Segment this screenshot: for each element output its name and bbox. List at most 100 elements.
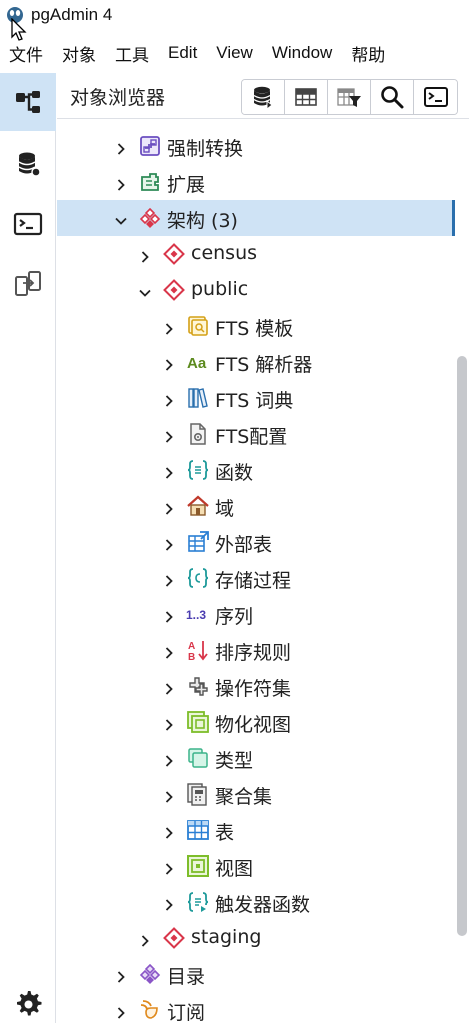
tree-node[interactable]: 1..3 序列: [57, 596, 455, 632]
tree-node-label: 存储过程: [215, 570, 292, 592]
menu-edit[interactable]: Edit: [168, 43, 197, 63]
object-tree: 强制转换 扩展 架构 (3) census public FTS 模板 Aa FTS 解析器 F…: [57, 120, 455, 1023]
table-icon: [186, 818, 210, 842]
settings-gear-icon: [17, 991, 42, 1016]
database-activity-button[interactable]: [0, 135, 56, 193]
menu-window[interactable]: Window: [272, 43, 332, 63]
psql-tool-button[interactable]: [0, 195, 56, 253]
query-tool-button[interactable]: [242, 80, 285, 114]
materialized-view-icon: [186, 710, 210, 734]
chevron-right-icon[interactable]: [162, 391, 176, 407]
tree-node-label: FTS 词典: [215, 390, 294, 412]
schema-diff-button[interactable]: [0, 255, 56, 313]
schema-icon: [162, 278, 186, 302]
tree-node-label: FTS 模板: [215, 318, 294, 340]
chevron-right-icon[interactable]: [162, 787, 176, 803]
menu-help[interactable]: 帮助: [351, 41, 385, 66]
object-explorer-header: 对象浏览器: [57, 73, 469, 119]
chevron-right-icon[interactable]: [162, 751, 176, 767]
collation-icon: AB: [186, 638, 210, 663]
tree-node[interactable]: 物化视图: [57, 704, 455, 740]
tree-node[interactable]: 表: [57, 812, 455, 848]
tree-node[interactable]: 聚合集: [57, 776, 455, 812]
tree-node[interactable]: A B 排序规则: [57, 632, 455, 668]
chevron-down-icon[interactable]: [138, 283, 152, 297]
tree-node[interactable]: public: [57, 272, 455, 308]
chevron-right-icon[interactable]: [162, 499, 176, 515]
menu-tools[interactable]: 工具: [115, 41, 149, 66]
tree-node-label: 排序规则: [215, 642, 292, 664]
tree-node[interactable]: 触发器函数: [57, 884, 455, 920]
chevron-right-icon[interactable]: [162, 895, 176, 911]
chevron-right-icon[interactable]: [162, 607, 176, 623]
tree-node-label: 表: [215, 822, 235, 844]
tree-node[interactable]: FTS 词典: [57, 380, 455, 416]
chevron-right-icon[interactable]: [114, 139, 128, 155]
search-objects-button[interactable]: [371, 80, 414, 114]
tree-node-label: 操作符集: [215, 678, 292, 700]
chevron-right-icon[interactable]: [162, 571, 176, 587]
tree-node[interactable]: 视图: [57, 848, 455, 884]
chevron-right-icon[interactable]: [162, 859, 176, 875]
operator-icon: [186, 674, 210, 698]
tree-node-label: 触发器函数: [215, 894, 311, 916]
settings-button[interactable]: [0, 975, 56, 1023]
chevron-right-icon[interactable]: [162, 427, 176, 443]
menu-view[interactable]: View: [216, 43, 253, 63]
chevron-right-icon[interactable]: [162, 463, 176, 479]
explorer-toolbar: [241, 79, 458, 115]
chevron-right-icon[interactable]: [162, 319, 176, 335]
database-icon: [18, 152, 41, 177]
chevron-right-icon[interactable]: [162, 535, 176, 551]
chevron-right-icon[interactable]: [114, 967, 128, 983]
database-query-icon: [253, 86, 273, 110]
chevron-right-icon[interactable]: [138, 931, 152, 947]
tree-node[interactable]: census: [57, 236, 455, 272]
function-icon: [186, 458, 210, 482]
tree-node[interactable]: 订阅: [57, 992, 455, 1023]
object-tree-icon: [16, 91, 40, 113]
subscription-icon: [138, 998, 162, 1022]
fts-configuration-icon: [186, 422, 210, 446]
tree-node[interactable]: 类型: [57, 740, 455, 776]
filtered-rows-button[interactable]: [328, 80, 371, 114]
tree-node[interactable]: 扩展: [57, 164, 455, 200]
tree-node-label: 订阅: [167, 1002, 206, 1023]
tree-node[interactable]: 架构 (3): [57, 200, 455, 236]
tree-node[interactable]: 操作符集: [57, 668, 455, 704]
chevron-right-icon[interactable]: [162, 355, 176, 371]
tree-node[interactable]: 强制转换: [57, 128, 455, 164]
tree-node[interactable]: Aa FTS 解析器: [57, 344, 455, 380]
object-explorer-button[interactable]: [0, 73, 56, 131]
chevron-right-icon[interactable]: [114, 175, 128, 191]
menu-bar: 文件 对象 工具 Edit View Window 帮助: [0, 37, 469, 69]
tree-node[interactable]: FTS 模板: [57, 308, 455, 344]
schemas-icon: [138, 206, 162, 230]
tree-node-label: public: [191, 278, 249, 300]
psql-button[interactable]: [414, 80, 457, 114]
tree-node[interactable]: FTS配置: [57, 416, 455, 452]
chevron-right-icon[interactable]: [162, 715, 176, 731]
tree-node[interactable]: 域: [57, 488, 455, 524]
tree-node[interactable]: 目录: [57, 956, 455, 992]
view-icon: [186, 854, 210, 878]
chevron-right-icon[interactable]: [138, 247, 152, 263]
menu-file[interactable]: 文件: [9, 41, 43, 66]
terminal-icon: [423, 87, 448, 107]
chevron-down-icon[interactable]: [114, 211, 128, 225]
tree-node[interactable]: 存储过程: [57, 560, 455, 596]
tree-scrollbar-thumb[interactable]: [457, 356, 467, 936]
domain-icon: [186, 494, 210, 518]
chevron-right-icon[interactable]: [162, 823, 176, 839]
tree-node-label: staging: [191, 926, 262, 948]
tree-node[interactable]: 外部表: [57, 524, 455, 560]
chevron-right-icon[interactable]: [162, 679, 176, 695]
tree-node[interactable]: staging: [57, 920, 455, 956]
tree-node-label: 视图: [215, 858, 254, 880]
view-data-button[interactable]: [285, 80, 328, 114]
chevron-right-icon[interactable]: [162, 643, 176, 659]
tree-node[interactable]: 函数: [57, 452, 455, 488]
cast-icon: [138, 134, 162, 158]
menu-object[interactable]: 对象: [62, 41, 96, 66]
chevron-right-icon[interactable]: [114, 1003, 128, 1019]
